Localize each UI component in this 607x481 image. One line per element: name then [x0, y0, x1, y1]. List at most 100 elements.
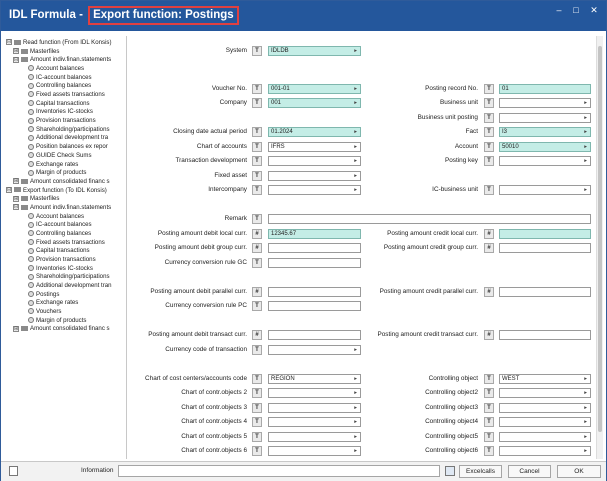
tree-node-ef-c[interactable]: ⊞ Amount consolidated financ s [13, 324, 125, 333]
chevron-right-icon[interactable]: ▸ [584, 114, 587, 122]
chevron-right-icon[interactable]: ▸ [354, 47, 357, 55]
tree-node-rf-a2[interactable]: IC-account balances [28, 73, 125, 82]
tree-node-ef-a1[interactable]: Account balances [28, 212, 125, 221]
chevron-right-icon[interactable]: ▸ [584, 447, 587, 455]
tree-node-rf-a[interactable]: ⊟ Amount indiv.finan.statements [13, 55, 125, 64]
chevron-right-icon[interactable]: ▸ [584, 433, 587, 441]
chevron-right-icon[interactable]: ▸ [584, 128, 587, 136]
controlling-object-field[interactable]: WEST ▸ [499, 374, 591, 384]
tree-node-ef-a13[interactable]: Margin of products [28, 316, 125, 325]
tree-node-ef[interactable]: ⊟ Export function (To IDL Konsis) [6, 186, 125, 195]
posting-amount-debit-parallel-type-button[interactable]: # [252, 287, 262, 297]
posting-amount-credit-transact-field[interactable] [499, 330, 591, 340]
tree-node-ef-a6[interactable]: Provision transactions [28, 255, 125, 264]
business-unit-type-button[interactable]: T [484, 98, 494, 108]
voucher-no-type-button[interactable]: T [252, 84, 262, 94]
posting-amount-debit-local-field[interactable]: 12345.67 [268, 229, 361, 239]
posting-amount-debit-local-type-button[interactable]: # [252, 229, 262, 239]
controlling-object6-type-button[interactable]: T [484, 446, 494, 456]
controlling-object2-type-button[interactable]: T [484, 388, 494, 398]
chart-contr-objects-5-type-button[interactable]: T [252, 432, 262, 442]
fixed-asset-field[interactable]: ▸ [268, 171, 361, 181]
remark-field[interactable] [268, 214, 591, 224]
remark-type-button[interactable]: T [252, 214, 262, 224]
posting-amount-credit-transact-type-button[interactable]: # [484, 330, 494, 340]
currency-code-transaction-field[interactable]: ▸ [268, 345, 361, 355]
controlling-object6-field[interactable]: ▸ [499, 446, 591, 456]
tree-node-rf-a10[interactable]: Position balances ex repor [28, 142, 125, 151]
currency-conversion-gc-type-button[interactable]: T [252, 258, 262, 268]
chart-of-accounts-field[interactable]: IFRS ▸ [268, 142, 361, 152]
posting-amount-debit-transact-type-button[interactable]: # [252, 330, 262, 340]
expand-icon[interactable]: ⊞ [13, 195, 19, 202]
business-unit-posting-type-button[interactable]: T [484, 113, 494, 123]
expand-icon[interactable]: ⊞ [13, 48, 19, 55]
tree-node-ef-a4[interactable]: Fixed assets transactions [28, 238, 125, 247]
chevron-right-icon[interactable]: ▸ [354, 389, 357, 397]
tree-node-ef-a7[interactable]: Inventories IC-stocks [28, 264, 125, 273]
intercompany-field[interactable]: ▸ [268, 185, 361, 195]
posting-key-type-button[interactable]: T [484, 156, 494, 166]
close-button[interactable]: ✕ [587, 4, 601, 16]
chevron-right-icon[interactable]: ▸ [354, 404, 357, 412]
information-field[interactable] [118, 465, 440, 477]
excelcalls-button[interactable]: Excelcalls [459, 465, 502, 478]
tree-node-ef-m[interactable]: ⊞ Masterfiles [13, 194, 125, 203]
account-field[interactable]: 50010 ▸ [499, 142, 591, 152]
tree-node-ef-a3[interactable]: Controlling balances [28, 229, 125, 238]
chart-cost-centers-type-button[interactable]: T [252, 374, 262, 384]
chart-contr-objects-3-field[interactable]: ▸ [268, 403, 361, 413]
tree-node-ef-a10[interactable]: Postings [28, 290, 125, 299]
tree-node-rf-a9[interactable]: Additional development tra [28, 133, 125, 142]
expand-icon[interactable]: ⊞ [13, 178, 19, 185]
system-field[interactable]: IDLDB ▸ [268, 46, 361, 56]
chart-contr-objects-6-type-button[interactable]: T [252, 446, 262, 456]
posting-amount-debit-parallel-field[interactable] [268, 287, 361, 297]
tree-node-rf-a5[interactable]: Capital transactions [28, 99, 125, 108]
chart-contr-objects-2-field[interactable]: ▸ [268, 388, 361, 398]
chevron-right-icon[interactable]: ▸ [354, 172, 357, 180]
chevron-right-icon[interactable]: ▸ [354, 186, 357, 194]
tree-node-rf[interactable]: ⊟ Read function (From IDL Konsis) [6, 38, 125, 47]
chevron-right-icon[interactable]: ▸ [354, 99, 357, 107]
tree-node-ef-a11[interactable]: Exchange rates [28, 298, 125, 307]
tree-node-rf-c[interactable]: ⊞ Amount consolidated financ s [13, 177, 125, 186]
tree-node-rf-a11[interactable]: GUIDE Check Sums [28, 151, 125, 160]
posting-record-no-type-button[interactable]: T [484, 84, 494, 94]
chevron-right-icon[interactable]: ▸ [584, 157, 587, 165]
ic-business-unit-type-button[interactable]: T [484, 185, 494, 195]
chevron-right-icon[interactable]: ▸ [354, 128, 357, 136]
currency-conversion-gc-field[interactable] [268, 258, 361, 268]
chevron-right-icon[interactable]: ▸ [584, 99, 587, 107]
chart-contr-objects-4-field[interactable]: ▸ [268, 417, 361, 427]
posting-amount-credit-local-type-button[interactable]: # [484, 229, 494, 239]
transaction-development-type-button[interactable]: T [252, 156, 262, 166]
collapse-icon[interactable]: ⊟ [13, 56, 19, 63]
tree-node-ef-a2[interactable]: IC-account balances [28, 220, 125, 229]
controlling-object3-field[interactable]: ▸ [499, 403, 591, 413]
chevron-right-icon[interactable]: ▸ [354, 447, 357, 455]
posting-amount-credit-parallel-field[interactable] [499, 287, 591, 297]
chevron-right-icon[interactable]: ▸ [354, 85, 357, 93]
posting-amount-debit-group-field[interactable] [268, 243, 361, 253]
fixed-asset-type-button[interactable]: T [252, 171, 262, 181]
chevron-right-icon[interactable]: ▸ [584, 186, 587, 194]
tree-node-ef-a12[interactable]: Vouchers [28, 307, 125, 316]
scrollbar-thumb[interactable] [598, 46, 602, 432]
system-type-button[interactable]: T [252, 46, 262, 56]
chevron-right-icon[interactable]: ▸ [354, 157, 357, 165]
tree-node-ef-a9[interactable]: Additional development tran [28, 281, 125, 290]
closing-date-type-button[interactable]: T [252, 127, 262, 137]
closing-date-field[interactable]: 01.2024 ▸ [268, 127, 361, 137]
tree-node-rf-a13[interactable]: Margin of products [28, 168, 125, 177]
currency-code-transaction-type-button[interactable]: T [252, 345, 262, 355]
controlling-object5-field[interactable]: ▸ [499, 432, 591, 442]
chevron-right-icon[interactable]: ▸ [354, 346, 357, 354]
excel-icon[interactable] [445, 466, 455, 476]
collapse-icon[interactable]: ⊟ [6, 39, 12, 46]
chevron-right-icon[interactable]: ▸ [584, 143, 587, 151]
tree-node-rf-a1[interactable]: Account balances [28, 64, 125, 73]
account-type-button[interactable]: T [484, 142, 494, 152]
posting-amount-credit-parallel-type-button[interactable]: # [484, 287, 494, 297]
currency-conversion-pc-field[interactable] [268, 301, 361, 311]
